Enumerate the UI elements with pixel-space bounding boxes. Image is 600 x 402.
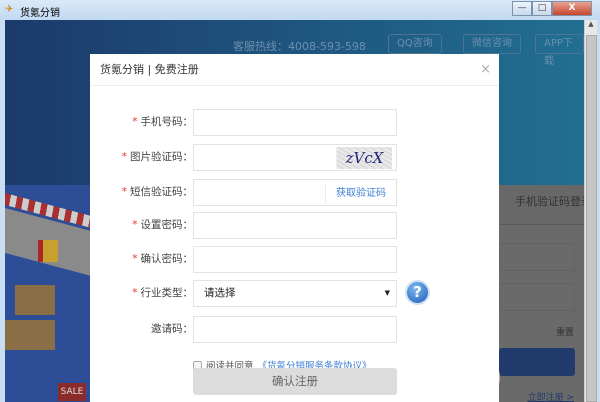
required-mark: * (121, 151, 127, 163)
required-mark: * (121, 186, 127, 198)
invite-code-input[interactable] (193, 316, 397, 343)
scrollbar[interactable]: ▲ (584, 20, 597, 402)
register-now-link[interactable]: 立即注册 > (528, 390, 574, 402)
confirm-register-button[interactable]: 确认注册 (193, 368, 397, 395)
app-download-button[interactable]: APP下载 (535, 34, 584, 67)
label-text: 确认密码： (140, 253, 194, 265)
label-text: 短信验证码： (130, 186, 193, 198)
sms-label: * 短信验证码： (122, 179, 193, 206)
qq-consult-button[interactable]: QQ咨询 (388, 34, 442, 54)
select-value: 请选择 (204, 287, 236, 299)
confirm-password-row: * 确认密码： (90, 246, 499, 273)
package-box (15, 285, 55, 315)
tab-sms-login[interactable]: 手机验证码登录 (499, 185, 584, 225)
scroll-thumb[interactable] (586, 35, 597, 402)
maximize-button[interactable]: □ (532, 1, 552, 16)
dialog-title: 货氪分销 | 免费注册 (90, 54, 499, 86)
login-button[interactable] (499, 348, 575, 376)
reset-link[interactable]: 重置 (556, 325, 574, 338)
industry-label: * 行业类型： (132, 280, 193, 307)
window-title: 货氪分销 (20, 8, 60, 19)
confirm-password-label: * 确认密码： (132, 246, 193, 273)
sms-code-row: * 短信验证码： 获取验证码 (90, 179, 499, 206)
invite-label: 邀请码： (151, 316, 193, 343)
phone-label: * 手机号码： (132, 109, 193, 136)
image-captcha-input[interactable]: zVcX (193, 144, 397, 171)
app-logo-icon: ✈ (5, 4, 14, 15)
dropdown-arrow-icon: ▼ (384, 289, 390, 297)
login-panel: 手机验证码登录 重置 立即注册 > (499, 185, 584, 402)
title-bar: ✈ 货氪分销 — □ X (0, 0, 600, 20)
register-dialog: 货氪分销 | 免费注册 × * 手机号码： * 图片验证码： zVcX * 短信验证码… (90, 54, 499, 402)
label-text: 设置密码： (140, 219, 194, 231)
required-mark: * (132, 253, 138, 265)
label-text: 图片验证码： (130, 151, 193, 163)
gift-box (38, 240, 58, 262)
confirm-password-input[interactable] (193, 246, 397, 273)
login-code-input[interactable] (499, 283, 575, 311)
minimize-button[interactable]: — (512, 1, 532, 16)
password-input[interactable] (193, 212, 397, 239)
password-row: * 设置密码： (90, 212, 499, 239)
required-mark: * (132, 287, 138, 299)
window-close-button[interactable]: X (552, 1, 592, 16)
phone-row: * 手机号码： (90, 109, 499, 136)
sms-code-input[interactable]: 获取验证码 (193, 179, 397, 206)
industry-select[interactable]: 请选择 ▼ (193, 280, 397, 307)
invite-code-row: 邀请码： (90, 316, 499, 343)
hotline-text: 客服热线：4008-593-598 (233, 40, 366, 53)
close-icon[interactable]: × (480, 62, 491, 77)
captcha-label: * 图片验证码： (122, 144, 193, 171)
image-captcha-row: * 图片验证码： zVcX (90, 144, 499, 171)
login-phone-input[interactable] (499, 243, 575, 271)
phone-input[interactable] (193, 109, 397, 136)
scroll-up-icon[interactable]: ▲ (585, 20, 597, 33)
wechat-consult-button[interactable]: 微信咨询 (463, 34, 521, 54)
help-icon[interactable]: ? (405, 280, 430, 305)
package-box (5, 320, 55, 350)
label-text: 邀请码： (151, 323, 193, 335)
password-label: * 设置密码： (132, 212, 193, 239)
required-mark: * (132, 219, 138, 231)
label-text: 行业类型： (140, 287, 194, 299)
industry-row: * 行业类型： 请选择 ▼ ? (90, 280, 499, 307)
shopping-illustration: SALE (5, 185, 95, 402)
sale-sign: SALE (58, 383, 86, 401)
captcha-image[interactable]: zVcX (336, 147, 392, 169)
required-mark: * (132, 116, 138, 128)
get-sms-code-button[interactable]: 获取验证码 (325, 184, 396, 203)
label-text: 手机号码： (140, 116, 194, 128)
